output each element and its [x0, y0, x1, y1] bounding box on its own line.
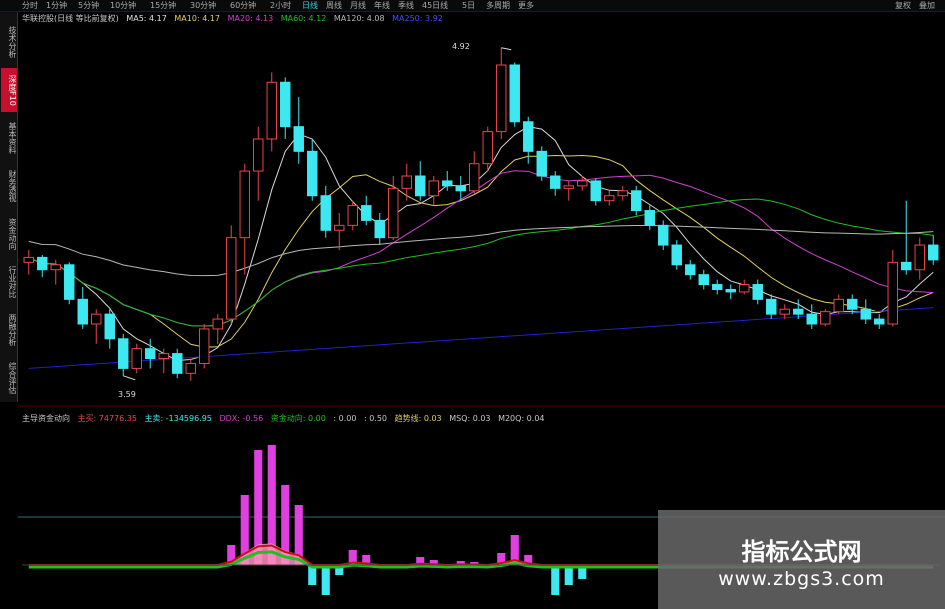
candle-body-27	[388, 187, 399, 239]
candle-body-35	[496, 64, 507, 133]
candle-body-19	[280, 81, 291, 128]
msq-value: MSQ: 0.03	[449, 414, 491, 423]
candle-body-37	[523, 121, 534, 152]
candle-body-55	[766, 298, 777, 315]
candle-body-38	[536, 150, 547, 177]
candle-body-22	[320, 195, 331, 231]
candle-body-40	[563, 185, 574, 189]
sub-down-bar-39	[551, 565, 560, 595]
candle-body-1	[37, 256, 48, 271]
candle-body-36	[509, 64, 520, 123]
candle-body-67	[928, 244, 939, 261]
high-price-label: 4.92	[452, 42, 470, 51]
sub-down-bar-22	[321, 565, 330, 595]
candle-body-14	[212, 318, 223, 330]
candle-body-4	[77, 298, 88, 325]
candle-body-59	[820, 311, 831, 325]
candle-body-52	[725, 288, 736, 293]
candle-body-31	[442, 180, 453, 187]
candle-body-11	[172, 353, 183, 374]
ma5-line	[28, 126, 934, 362]
sub-indicator-line: 主导资金动向 主买: 74776.35 主卖: -134596.95 DDX: …	[22, 413, 550, 425]
candle-body-65	[901, 261, 912, 271]
candle-body-48	[671, 244, 682, 266]
candle-body-16	[239, 170, 250, 239]
low-marker	[123, 375, 136, 381]
ma60-line	[28, 198, 934, 327]
site-watermark: 指标公式网 www.zbgs3.com	[658, 510, 945, 609]
candle-body-50	[698, 274, 709, 286]
candle-body-7	[118, 338, 129, 369]
candle-body-58	[806, 313, 817, 325]
candle-body-33	[469, 163, 480, 192]
candle-body-28	[401, 175, 412, 189]
candle-body-5	[91, 313, 102, 325]
candle-body-61	[847, 298, 858, 310]
candle-body-47	[658, 224, 669, 246]
watermark-title: 指标公式网	[741, 538, 862, 566]
candle-body-2	[50, 264, 61, 271]
candle-body-9	[145, 348, 156, 360]
candle-body-13	[199, 328, 210, 364]
candle-body-25	[361, 205, 372, 221]
zhumai-value: 主买: 74776.35	[77, 414, 137, 423]
candle-body-60	[833, 298, 844, 313]
candle-body-49	[685, 264, 696, 276]
candle-body-57	[793, 308, 804, 315]
candle-body-42	[590, 180, 601, 202]
candle-body-29	[415, 175, 426, 197]
candle-body-3	[64, 264, 75, 300]
candle-body-62	[860, 308, 871, 320]
candle-body-66	[914, 244, 925, 271]
candle-body-56	[779, 308, 790, 315]
low-price-label: 3.59	[118, 390, 136, 399]
candle-body-63	[874, 318, 885, 325]
candle-body-24	[347, 205, 358, 226]
ma250-line	[28, 307, 934, 369]
candle-body-26	[374, 219, 385, 239]
ma20-line	[28, 170, 934, 327]
sub-indicator-name[interactable]: 主导资金动向	[22, 414, 70, 423]
candle-body-51	[712, 284, 723, 290]
candle-body-20	[293, 126, 304, 152]
candle-body-17	[253, 138, 264, 172]
candle-body-8	[131, 348, 142, 369]
trend-value: 趋势线: 0.03	[394, 414, 442, 423]
candle-body-46	[644, 210, 655, 226]
high-marker	[501, 47, 512, 51]
candle-body-18	[266, 81, 277, 140]
candle-body-39	[550, 175, 561, 189]
m20q-value: M20Q: 0.04	[498, 414, 545, 423]
candle-body-54	[752, 284, 763, 300]
candle-body-41	[577, 180, 588, 187]
zhumai-sell-value: 主卖: -134596.95	[144, 414, 212, 423]
candle-body-44	[617, 190, 628, 197]
zjdx-value: 资金动向: 0.00	[270, 414, 326, 423]
candle-body-32	[455, 185, 466, 192]
v1-value: : 0.00	[333, 414, 357, 423]
candle-body-53	[739, 284, 750, 293]
candle-body-15	[226, 237, 237, 320]
v2-value: : 0.50	[363, 414, 388, 423]
candle-body-43	[604, 195, 615, 202]
candle-body-0	[23, 256, 34, 263]
candle-body-30	[428, 180, 439, 197]
candle-body-23	[334, 224, 345, 231]
candle-body-21	[307, 150, 318, 197]
ma120-line	[28, 225, 934, 277]
watermark-url: www.zbgs3.com	[718, 568, 885, 590]
candle-body-34	[482, 131, 493, 165]
ddx-value: DDX: -0.56	[219, 414, 264, 423]
candle-body-45	[631, 190, 642, 212]
candle-body-6	[104, 313, 115, 340]
candle-body-64	[887, 261, 898, 325]
candle-body-12	[185, 362, 196, 374]
candle-body-10	[158, 353, 169, 360]
